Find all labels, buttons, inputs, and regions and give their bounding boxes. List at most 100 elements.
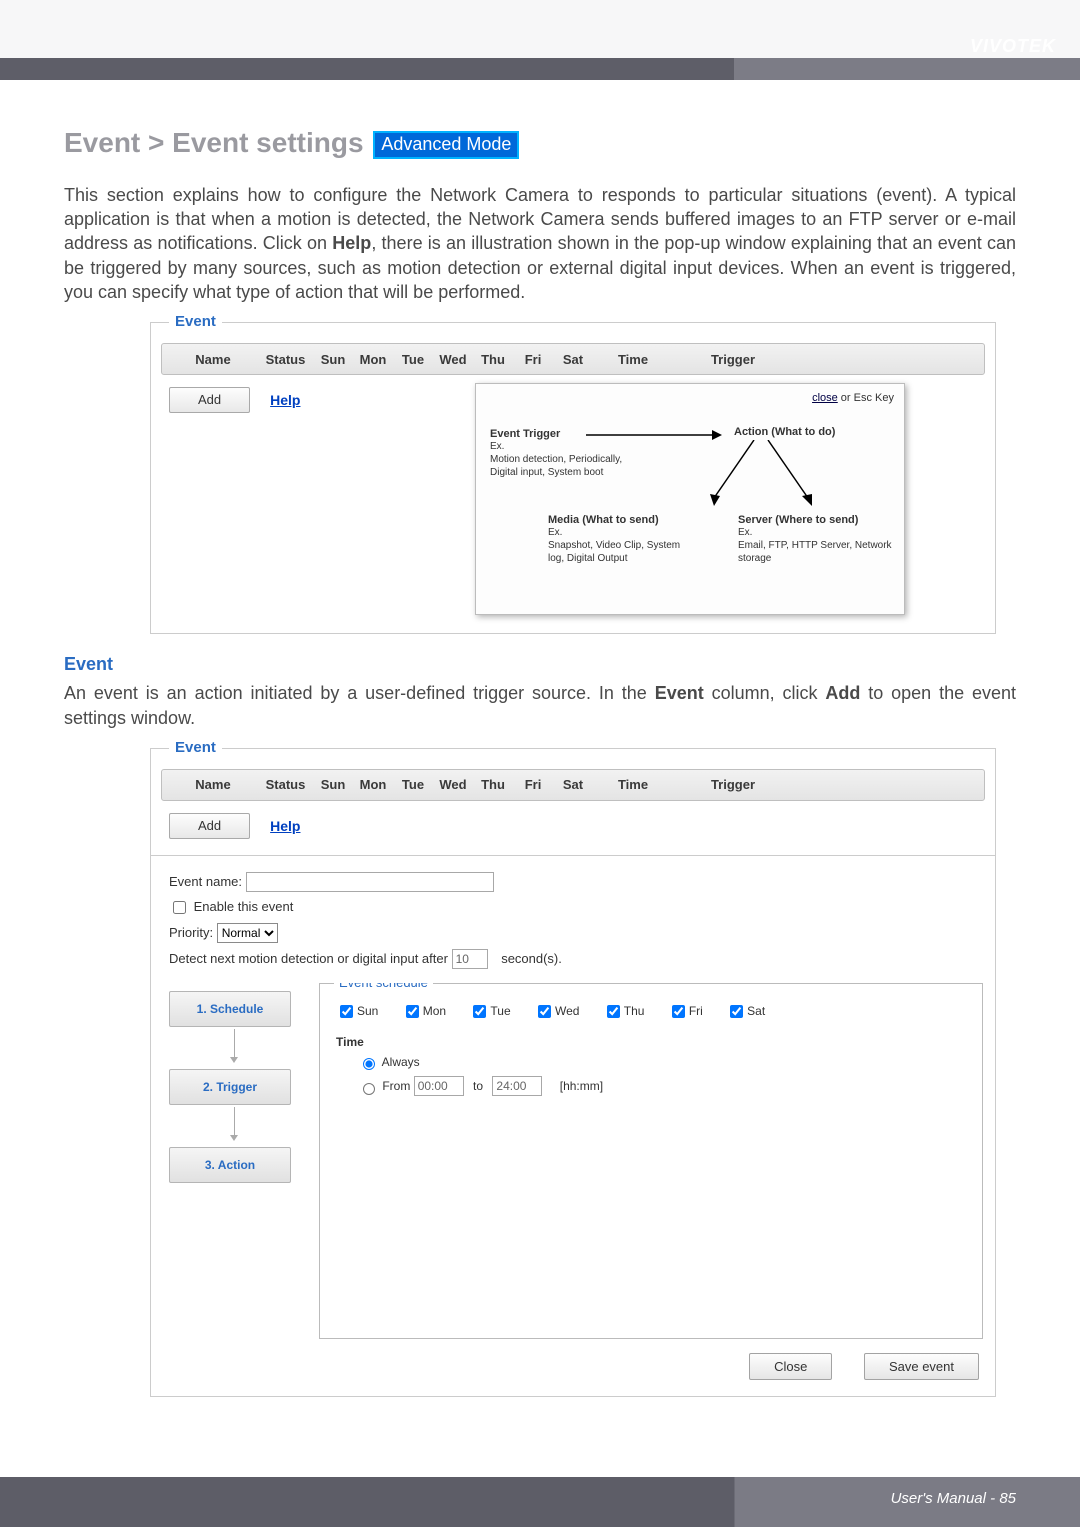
steps-column: 1. Schedule 2. Trigger 3. Action (169, 983, 299, 1183)
time-from-radio[interactable] (363, 1083, 375, 1095)
col-time-2: Time (593, 777, 673, 792)
time-to-field[interactable] (492, 1076, 542, 1096)
title-text: Event > Event settings (64, 127, 364, 158)
day-tue-label: Tue (490, 1004, 510, 1018)
col-thu-2: Thu (473, 777, 513, 792)
enable-event-checkbox[interactable] (173, 901, 186, 914)
col-sun: Sun (313, 352, 353, 367)
event-list-panel-2: Event Name Status Sun Mon Tue Wed Thu Fr… (150, 748, 996, 856)
col-status: Status (258, 352, 313, 367)
day-sat-label: Sat (747, 1004, 765, 1018)
col-sat: Sat (553, 352, 593, 367)
col-thu: Thu (473, 352, 513, 367)
time-format-hint: [hh:mm] (560, 1079, 603, 1093)
footer-page-number: 85 (999, 1490, 1016, 1507)
time-from-label: From (382, 1079, 410, 1093)
event-subheading: Event (64, 654, 1016, 675)
col-mon: Mon (353, 352, 393, 367)
day-wed-checkbox[interactable] (538, 1005, 551, 1018)
schedule-legend: Event schedule (334, 983, 433, 990)
event-schedule-panel: Event schedule Sun Mon Tue Wed Thu Fri S… (319, 983, 983, 1339)
day-mon-label: Mon (423, 1004, 446, 1018)
pop-server-ex-lbl: Ex. (738, 526, 898, 539)
enable-event-label: Enable this event (194, 899, 294, 914)
step-arrow-icon-1 (169, 1027, 299, 1069)
day-tue-checkbox[interactable] (473, 1005, 486, 1018)
day-mon-checkbox[interactable] (406, 1005, 419, 1018)
event-settings-panel: Event name: Enable this event Priority: … (150, 856, 996, 1397)
help-link[interactable]: Help (270, 392, 300, 408)
detect-interval-field[interactable] (452, 949, 488, 969)
pop-server-hdr: Server (Where to send) (738, 514, 898, 526)
help-popup: close or Esc Key Event Trigger Ex. Motio… (475, 383, 905, 615)
col-tue: Tue (393, 352, 433, 367)
brand-label: VIVOTEK (970, 36, 1056, 57)
page-title: Event > Event settings Advanced Mode (64, 128, 1016, 159)
event-name-field[interactable] (246, 872, 494, 892)
pop-branch-icon (704, 440, 864, 510)
day-fri-label: Fri (689, 1004, 703, 1018)
day-sun-label: Sun (357, 1004, 378, 1018)
help-popup-close[interactable]: close or Esc Key (812, 392, 894, 404)
day-sun-checkbox[interactable] (340, 1005, 353, 1018)
col-trigger-2: Trigger (673, 777, 793, 792)
footer-manual-label: User's Manual - (891, 1490, 1000, 1507)
days-row: Sun Mon Tue Wed Thu Fri Sat (336, 1002, 966, 1021)
col-sat-2: Sat (553, 777, 593, 792)
add-button[interactable]: Add (169, 387, 250, 413)
time-always-radio[interactable] (363, 1058, 375, 1070)
event-name-label: Event name: (169, 874, 242, 889)
col-status-2: Status (258, 777, 313, 792)
mode-badge: Advanced Mode (373, 131, 519, 159)
event-paragraph: An event is an action initiated by a use… (64, 681, 1016, 730)
event-table-header-2: Name Status Sun Mon Tue Wed Thu Fri Sat … (161, 769, 985, 801)
col-time: Time (593, 352, 673, 367)
day-sat-checkbox[interactable] (730, 1005, 743, 1018)
event-p-t2: column, click (704, 683, 826, 703)
event-p-t1: An event is an action initiated by a use… (64, 683, 655, 703)
detect-suffix: second(s). (501, 951, 562, 966)
event-p-b1: Event (655, 683, 704, 703)
col-trigger: Trigger (673, 352, 793, 367)
col-sun-2: Sun (313, 777, 353, 792)
col-fri-2: Fri (513, 777, 553, 792)
time-from-field[interactable] (414, 1076, 464, 1096)
col-fri: Fri (513, 352, 553, 367)
priority-label: Priority: (169, 925, 213, 940)
pop-media-ex: Snapshot, Video Clip, System log, Digita… (548, 539, 698, 565)
pop-action-hdr: Action (What to do) (734, 426, 835, 438)
close-link[interactable]: close (812, 392, 838, 404)
event-table-header: Name Status Sun Mon Tue Wed Thu Fri Sat … (161, 343, 985, 375)
col-name-2: Name (168, 777, 258, 792)
save-event-button[interactable]: Save event (864, 1353, 979, 1380)
priority-select[interactable]: Normal (217, 923, 278, 943)
intro-paragraph: This section explains how to configure t… (64, 183, 1016, 304)
event-legend-2: Event (169, 739, 222, 756)
footer-note: User's Manual - 85 (891, 1490, 1016, 1507)
step-action[interactable]: 3. Action (169, 1147, 291, 1183)
day-thu-checkbox[interactable] (607, 1005, 620, 1018)
event-legend: Event (169, 313, 222, 330)
pop-media-hdr: Media (What to send) (548, 514, 698, 526)
day-fri-checkbox[interactable] (672, 1005, 685, 1018)
time-always-label: Always (382, 1055, 420, 1069)
pointer-arrow-icon (170, 942, 360, 962)
button-bar: Close Save event (169, 1353, 983, 1380)
step-schedule[interactable]: 1. Schedule (169, 991, 291, 1027)
day-wed-label: Wed (555, 1004, 579, 1018)
close-button[interactable]: Close (749, 1353, 832, 1380)
col-wed-2: Wed (433, 777, 473, 792)
day-thu-label: Thu (624, 1004, 645, 1018)
help-link-2[interactable]: Help (270, 818, 300, 834)
intro-help-bold: Help (332, 233, 371, 253)
step-trigger[interactable]: 2. Trigger (169, 1069, 291, 1105)
pop-media-ex-lbl: Ex. (548, 526, 698, 539)
col-tue-2: Tue (393, 777, 433, 792)
event-list-panel-1: Event Name Status Sun Mon Tue Wed Thu Fr… (150, 322, 996, 634)
col-name: Name (168, 352, 258, 367)
time-to-label: to (473, 1079, 483, 1093)
add-button-2[interactable]: Add (169, 813, 250, 839)
pop-server-ex: Email, FTP, HTTP Server, Network storage (738, 539, 898, 565)
close-tail: or Esc Key (838, 392, 894, 404)
col-wed: Wed (433, 352, 473, 367)
